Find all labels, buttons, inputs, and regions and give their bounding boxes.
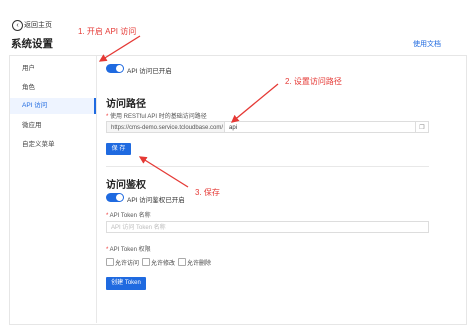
arrow-step1 bbox=[98, 35, 141, 62]
annotation-step1: 1. 开启 API 访问 bbox=[78, 27, 137, 36]
annotation-arrows bbox=[98, 35, 279, 188]
arrow-step3 bbox=[138, 156, 189, 188]
arrow-step2 bbox=[230, 83, 279, 123]
annotation-step3: 3. 保存 bbox=[195, 188, 220, 197]
annotation-step2: 2. 设置访问路径 bbox=[285, 77, 342, 86]
